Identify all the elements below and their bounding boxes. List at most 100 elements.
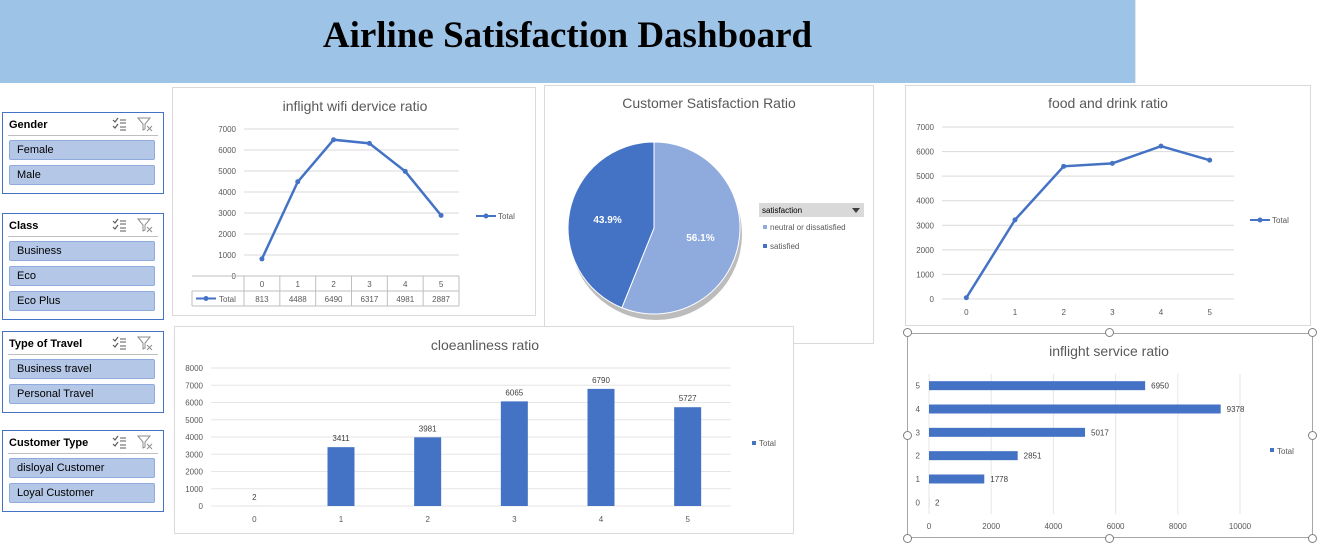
bar-data-label: 6065	[505, 388, 523, 397]
table-value: 4981	[396, 295, 414, 304]
x-tick-label: 6000	[1107, 522, 1125, 531]
resize-handle-ne[interactable]	[1308, 328, 1317, 337]
clear-filter-icon[interactable]	[136, 116, 153, 132]
y-tick-label: 5000	[916, 172, 934, 181]
satisfaction-chart-panel[interactable]: Customer Satisfaction Ratio 56.1% 43.9% sat…	[544, 85, 874, 344]
legend-label: Total	[498, 212, 515, 221]
slicer-item-eco-plus[interactable]: Eco Plus	[9, 291, 155, 311]
slicer-header: Class	[9, 220, 39, 232]
slicer-item-disloyal-customer[interactable]: disloyal Customer	[9, 458, 155, 478]
service-bar-chart: inflight service ratio 0 2000 4000 6000 8000 1…	[916, 343, 1295, 531]
y-tick-label: 0	[916, 498, 921, 507]
data-point	[963, 295, 969, 301]
slicer-item-male[interactable]: Male	[9, 165, 155, 185]
bar-data-label: 6950	[1151, 382, 1169, 391]
wifi-line-chart: inflight wifi dervice ratio 0 1000 2000 3000…	[191, 98, 515, 307]
data-point	[1207, 157, 1213, 163]
chart-title: inflight service ratio	[1049, 343, 1169, 359]
y-tick-label: 2000	[916, 246, 934, 255]
chart-title: cloeanliness ratio	[431, 337, 539, 353]
x-tick-label: 3	[512, 515, 517, 524]
resize-handle-w[interactable]	[903, 431, 912, 440]
slicer-header: Type of Travel	[9, 338, 83, 350]
cleanliness-chart-panel[interactable]: cloeanliness ratio 0 1000 2000 3000 4000 5000 6…	[174, 326, 794, 534]
bar-3	[929, 427, 1086, 437]
x-tick-label: 5	[685, 515, 690, 524]
resize-handle-s[interactable]	[1105, 534, 1114, 543]
bar-data-label: 5727	[679, 394, 697, 403]
slicer-gender: Gender Female Male	[2, 112, 164, 194]
x-tick-label: 2	[331, 280, 336, 289]
x-tick-label: 3	[367, 280, 372, 289]
food-chart-panel[interactable]: food and drink ratio 0 1000 2000 3000 4000 500…	[905, 85, 1311, 326]
slicer-customer-type: Customer Type disloyal Customer Loyal Cust…	[2, 430, 164, 512]
slicer-item-loyal-customer[interactable]: Loyal Customer	[9, 483, 155, 503]
y-tick-label: 6000	[218, 146, 236, 155]
clear-filter-icon[interactable]	[136, 434, 153, 450]
chart-title: inflight wifi dervice ratio	[283, 98, 428, 114]
clear-filter-icon[interactable]	[136, 335, 153, 351]
y-tick-label: 6000	[916, 148, 934, 157]
resize-handle-nw[interactable]	[903, 328, 912, 337]
bar-data-label: 3981	[419, 424, 437, 433]
slicer-item-business-travel[interactable]: Business travel	[9, 359, 155, 379]
legend-marker	[483, 213, 489, 219]
x-tick-label: 0	[964, 308, 969, 317]
data-point	[331, 137, 337, 143]
table-series-label: Total	[219, 295, 236, 304]
table-value: 813	[255, 295, 269, 304]
y-tick-label: 1000	[185, 485, 203, 494]
resize-handle-e[interactable]	[1308, 431, 1317, 440]
x-tick-label: 10000	[1229, 522, 1252, 531]
y-tick-label: 0	[930, 295, 935, 304]
x-tick-label: 1	[1013, 308, 1018, 317]
service-chart-panel[interactable]: inflight service ratio 0 2000 4000 6000 8000 1…	[907, 333, 1313, 538]
pie-data-label: 43.9%	[593, 215, 621, 226]
table-value: 2887	[432, 295, 450, 304]
x-tick-label: 4	[1159, 308, 1164, 317]
x-tick-label: 1	[339, 515, 344, 524]
bar-3	[500, 401, 528, 506]
legend-swatch	[1270, 448, 1274, 452]
slicer-type-of-travel: Type of Travel Business travel Personal Tr…	[2, 331, 164, 413]
slicer-divider	[8, 236, 158, 237]
legend-key-marker	[203, 296, 209, 301]
slicer-header: Customer Type	[9, 437, 89, 449]
cleanliness-bar-chart: cloeanliness ratio 0 1000 2000 3000 4000 5000 6…	[185, 337, 776, 524]
x-tick-label: 5	[1207, 308, 1212, 317]
slicer-item-business[interactable]: Business	[9, 241, 155, 261]
multi-select-icon[interactable]	[111, 217, 127, 233]
slicer-item-personal-travel[interactable]: Personal Travel	[9, 384, 155, 404]
bar-1	[327, 447, 355, 506]
data-point	[402, 168, 408, 174]
x-tick-label: 2	[425, 515, 430, 524]
multi-select-icon[interactable]	[111, 434, 127, 450]
y-tick-label: 6000	[185, 399, 203, 408]
bar-5	[674, 407, 702, 506]
y-tick-label: 7000	[218, 125, 236, 134]
bar-4	[587, 388, 615, 506]
multi-select-icon[interactable]	[111, 116, 127, 132]
table-value: 4488	[289, 295, 307, 304]
legend-swatch	[763, 225, 767, 229]
data-point	[1061, 163, 1067, 169]
y-tick-label: 2000	[218, 230, 236, 239]
slicer-item-female[interactable]: Female	[9, 140, 155, 160]
data-point	[1012, 217, 1018, 223]
clear-filter-icon[interactable]	[136, 217, 153, 233]
bar-data-label: 1778	[990, 475, 1008, 484]
slicer-item-eco[interactable]: Eco	[9, 266, 155, 286]
bar-4	[929, 404, 1221, 414]
x-tick-label: 3	[1110, 308, 1115, 317]
sheet-grid-area	[1135, 0, 1322, 83]
wifi-chart-panel[interactable]: inflight wifi dervice ratio 0 1000 2000 3000…	[172, 87, 536, 316]
y-tick-label: 5000	[218, 167, 236, 176]
resize-handle-sw[interactable]	[903, 534, 912, 543]
resize-handle-n[interactable]	[1105, 328, 1114, 337]
y-tick-label: 7000	[916, 123, 934, 132]
resize-handle-se[interactable]	[1308, 534, 1317, 543]
slicer-divider	[8, 354, 158, 355]
y-tick-label: 1000	[218, 251, 236, 260]
bar-data-label: 2851	[1024, 452, 1042, 461]
multi-select-icon[interactable]	[111, 335, 127, 351]
